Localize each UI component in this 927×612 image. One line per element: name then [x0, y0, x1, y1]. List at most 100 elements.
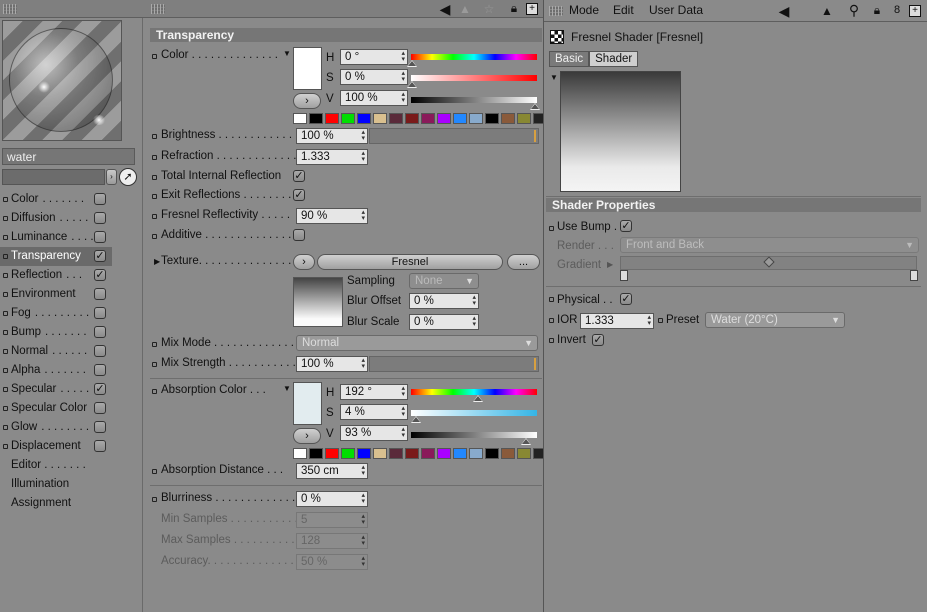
hue-field[interactable]: 0 °: [340, 49, 408, 65]
value-field[interactable]: 100 %: [340, 90, 408, 106]
layer-field[interactable]: [2, 169, 105, 185]
channel-checkbox[interactable]: ✓: [94, 383, 106, 395]
gradient-right-knot[interactable]: [910, 270, 918, 281]
texture-preview[interactable]: [293, 277, 343, 327]
search-icon[interactable]: ⚲: [847, 2, 861, 18]
gradient-arrow-icon[interactable]: ▶: [607, 260, 613, 269]
palette-swatch[interactable]: [453, 113, 467, 124]
channel-item[interactable]: Normal. . . . . .: [0, 342, 112, 361]
absorption-color-palette[interactable]: [293, 448, 547, 459]
material-name-field[interactable]: water: [2, 148, 135, 165]
link-icon[interactable]: 8: [890, 3, 904, 17]
palette-swatch[interactable]: [501, 113, 515, 124]
total-internal-reflection-checkbox[interactable]: ✓: [293, 170, 305, 182]
channel-checkbox[interactable]: [94, 421, 106, 433]
palette-swatch[interactable]: [341, 448, 355, 459]
palette-swatch[interactable]: [517, 448, 531, 459]
palette-swatch[interactable]: [389, 113, 403, 124]
animate-dot[interactable]: [152, 175, 157, 180]
channel-checkbox[interactable]: ✓: [94, 250, 106, 262]
channel-item[interactable]: Diffusion. . . . .: [0, 209, 112, 228]
blur-scale-field[interactable]: 0 %: [409, 314, 479, 330]
palette-swatch[interactable]: [469, 448, 483, 459]
tab-shader[interactable]: Shader: [589, 51, 639, 67]
channel-item[interactable]: Environment: [0, 285, 112, 304]
preset-dropdown[interactable]: Water (20°C) ▼: [705, 312, 845, 328]
lock-icon[interactable]: 🔒︎: [507, 1, 521, 15]
channel-item[interactable]: Luminance. . . .: [0, 228, 112, 247]
animate-dot[interactable]: [152, 214, 157, 219]
physical-checkbox[interactable]: ✓: [620, 293, 632, 305]
value-slider-handle[interactable]: [530, 103, 540, 110]
gradient-left-knot[interactable]: [620, 270, 628, 281]
animate-dot[interactable]: [152, 155, 157, 160]
saturation-slider-handle[interactable]: [407, 81, 417, 88]
refraction-field[interactable]: 1.333: [296, 149, 368, 165]
palette-swatch[interactable]: [469, 113, 483, 124]
palette-swatch[interactable]: [485, 448, 499, 459]
animate-dot[interactable]: [549, 297, 554, 302]
absorption-value-slider-handle[interactable]: [521, 438, 531, 445]
palette-swatch[interactable]: [405, 448, 419, 459]
animate-dot[interactable]: [152, 54, 157, 59]
color-mode-button[interactable]: ›: [293, 93, 321, 109]
lock-icon[interactable]: 🔒︎: [870, 3, 884, 17]
absorption-color-swatch[interactable]: [293, 382, 322, 425]
fresnel-reflectivity-field[interactable]: 90 %: [296, 208, 368, 224]
forward-arrow-icon[interactable]: ▲: [458, 2, 472, 16]
channel-checkbox[interactable]: [94, 326, 106, 338]
sampling-dropdown[interactable]: None ▼: [409, 273, 479, 289]
animate-dot[interactable]: [549, 338, 554, 343]
collapse-arrow-icon[interactable]: ▼: [550, 73, 558, 82]
absorption-hue-field[interactable]: 192 °: [340, 384, 408, 400]
shader-preview[interactable]: [560, 71, 681, 192]
absorption-saturation-field[interactable]: 4 %: [340, 404, 408, 420]
use-bump-checkbox[interactable]: ✓: [620, 220, 632, 232]
mix-strength-slider[interactable]: [369, 356, 539, 372]
palette-swatch[interactable]: [405, 113, 419, 124]
palette-swatch[interactable]: [309, 448, 323, 459]
additive-checkbox[interactable]: [293, 229, 305, 241]
new-panel-icon[interactable]: +: [909, 5, 921, 17]
absorption-color-mode-button[interactable]: ›: [293, 428, 321, 444]
palette-swatch[interactable]: [517, 113, 531, 124]
channel-checkbox[interactable]: [94, 345, 106, 357]
channel-item[interactable]: Specular Color: [0, 399, 112, 418]
channel-checkbox[interactable]: ✓: [94, 269, 106, 281]
texture-more-button[interactable]: ...: [507, 254, 540, 270]
palette-swatch[interactable]: [437, 113, 451, 124]
palette-swatch[interactable]: [293, 448, 307, 459]
channel-item[interactable]: Color. . . . . . .: [0, 190, 112, 209]
channel-checkbox[interactable]: [94, 288, 106, 300]
channel-checkbox[interactable]: [94, 307, 106, 319]
channel-item[interactable]: Transparency ✓: [0, 247, 112, 266]
cursor-pick-icon[interactable]: ➚: [119, 168, 137, 186]
brightness-field[interactable]: 100 %: [296, 128, 368, 144]
palette-swatch[interactable]: [373, 113, 387, 124]
animate-dot[interactable]: [152, 497, 157, 502]
invert-checkbox[interactable]: ✓: [592, 334, 604, 346]
min-samples-field[interactable]: 5: [296, 512, 368, 528]
new-panel-icon[interactable]: +: [526, 3, 538, 15]
saturation-field[interactable]: 0 %: [340, 69, 408, 85]
mix-mode-dropdown[interactable]: Normal ▼: [296, 335, 538, 351]
animate-dot[interactable]: [152, 134, 157, 139]
channel-checkbox[interactable]: [94, 193, 106, 205]
menu-mode[interactable]: Mode: [569, 3, 599, 17]
material-preview[interactable]: [2, 20, 122, 141]
animate-dot[interactable]: [152, 389, 157, 394]
animate-dot[interactable]: [549, 226, 554, 231]
saturation-slider[interactable]: [411, 75, 537, 81]
extra-item[interactable]: Editor . . . . . . .: [0, 456, 112, 475]
absorption-saturation-slider-handle[interactable]: [411, 416, 421, 423]
color-palette[interactable]: [293, 113, 547, 124]
absorption-value-slider[interactable]: [411, 432, 537, 438]
blur-offset-field[interactable]: 0 %: [409, 293, 479, 309]
animate-dot[interactable]: [152, 469, 157, 474]
channel-checkbox[interactable]: [94, 402, 106, 414]
channel-item[interactable]: Reflection. . . ✓: [0, 266, 112, 285]
tab-basic[interactable]: Basic: [549, 51, 590, 67]
palette-swatch[interactable]: [437, 448, 451, 459]
palette-swatch[interactable]: [341, 113, 355, 124]
color-swatch[interactable]: [293, 47, 322, 90]
